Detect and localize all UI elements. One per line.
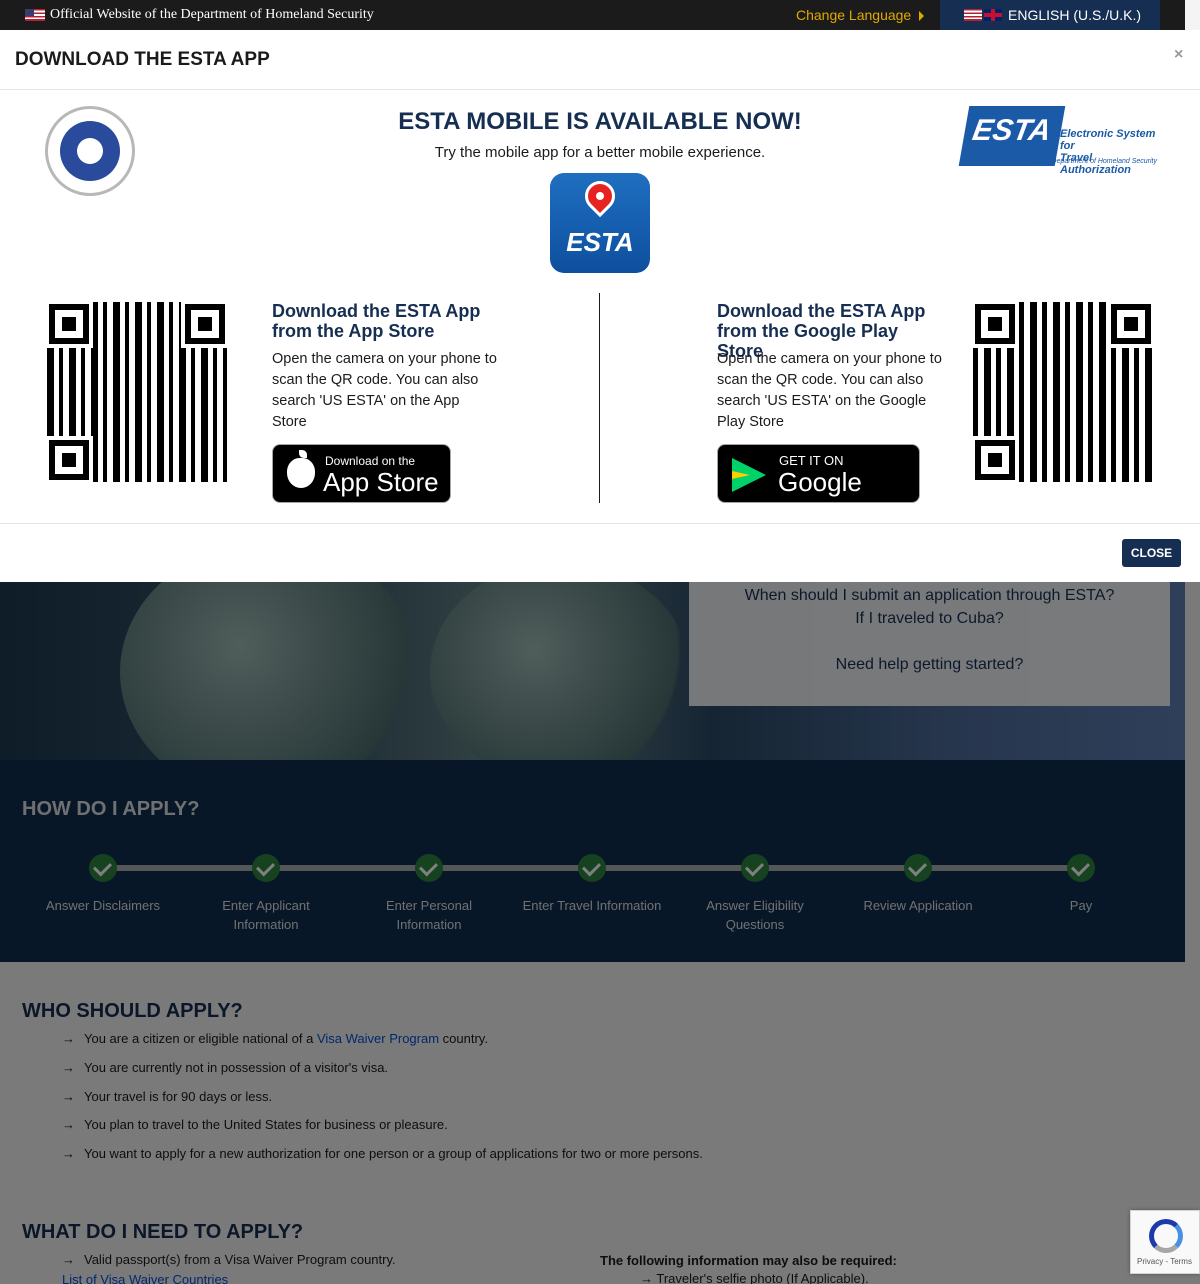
change-language-link[interactable]: Change Language	[796, 7, 925, 23]
app-store-download-title: Download the ESTA App from the App Store	[272, 301, 481, 341]
official-website-text: Official Website of the Department of Ho…	[50, 7, 374, 22]
language-label: ENGLISH (U.S./U.K.)	[1008, 7, 1142, 23]
modal-title: DOWNLOAD THE ESTA APP	[15, 49, 270, 70]
google-play-instructions: Open the camera on your phone to scan th…	[717, 351, 942, 430]
app-store-qr-code	[47, 302, 227, 482]
app-store-instructions: Open the camera on your phone to scan th…	[272, 351, 497, 430]
qr-finder	[975, 440, 1015, 480]
app-store-button-big: App Store	[323, 467, 439, 497]
eagle-icon	[60, 121, 120, 181]
qr-finder	[975, 304, 1015, 344]
app-icon-text: ESTA	[566, 227, 634, 257]
esta-logo-mark-text: ESTA	[970, 114, 1054, 147]
google-play-icon	[732, 458, 766, 492]
app-store-button-small: Download on the	[325, 454, 416, 468]
qr-finder	[1111, 304, 1151, 344]
esta-logo-text: Electronic System for Travel Authorizatio…	[1060, 128, 1164, 176]
google-play-button-big: Google Play	[778, 467, 862, 528]
dhs-seal-logo	[45, 106, 135, 196]
esta-logo-mark: ESTA	[958, 106, 1066, 166]
apple-icon	[287, 450, 315, 488]
esta-logo: ESTA Electronic System for Travel Authori…	[958, 106, 1164, 176]
esta-logo-dept: U.S. Department of Homeland Security	[1036, 158, 1157, 165]
recaptcha-icon	[1149, 1219, 1183, 1253]
google-play-button-small: GET IT ON	[779, 453, 844, 468]
recaptcha-privacy-terms[interactable]: Privacy - Terms	[1137, 1257, 1192, 1266]
us-flag-icon	[25, 9, 45, 21]
caret-right-icon	[919, 11, 925, 22]
location-pin-icon	[578, 174, 622, 218]
esta-app-icon: ESTA	[550, 173, 650, 273]
column-divider	[599, 293, 600, 503]
google-play-button[interactable]: GET IT ON Google Play	[717, 444, 920, 528]
gov-banner: Official Website of the Department of Ho…	[0, 0, 1185, 30]
download-app-modal: DOWNLOAD THE ESTA APP × ESTA MOBILE IS A…	[0, 30, 1200, 582]
uk-flag-icon	[984, 9, 1002, 21]
us-flag-icon	[964, 9, 982, 21]
modal-footer: CLOSE	[0, 523, 1200, 582]
esta-logo-line1: Electronic System for	[1060, 128, 1156, 152]
app-store-button[interactable]: Download on the App Store	[272, 444, 451, 503]
mobile-subheading: Try the mobile app for a better mobile e…	[434, 144, 766, 161]
modal-header: DOWNLOAD THE ESTA APP ×	[0, 30, 1200, 90]
qr-finder	[185, 304, 225, 344]
qr-finder	[49, 440, 89, 480]
change-language-label: Change Language	[796, 7, 912, 23]
google-play-qr-code	[973, 302, 1153, 482]
close-icon[interactable]: ×	[1174, 46, 1183, 64]
mobile-available-heading: ESTA MOBILE IS AVAILABLE NOW!	[398, 108, 802, 135]
close-button[interactable]: CLOSE	[1122, 539, 1181, 567]
recaptcha-badge[interactable]: Privacy - Terms	[1130, 1210, 1200, 1274]
language-selector[interactable]: ENGLISH (U.S./U.K.)	[940, 0, 1160, 30]
qr-finder	[49, 304, 89, 344]
